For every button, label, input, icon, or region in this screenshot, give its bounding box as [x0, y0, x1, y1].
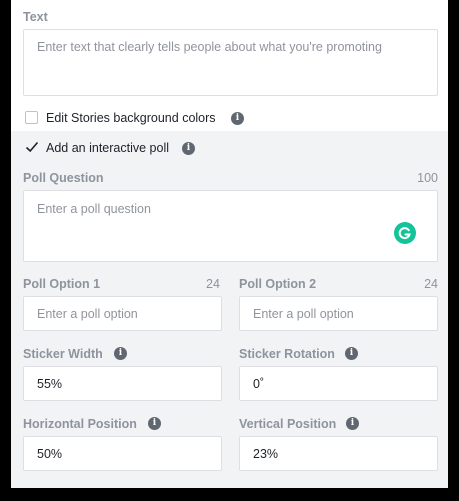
vertical-position-input[interactable]: 23%	[239, 436, 438, 471]
sticker-rotation-input[interactable]: 0˚	[239, 366, 438, 401]
poll-question-counter: 100	[417, 171, 438, 185]
sticker-rotation-value: 0˚	[253, 377, 265, 391]
poll-toggle-label[interactable]: Add an interactive poll	[46, 141, 169, 155]
poll-question-label: Poll Question	[23, 171, 104, 185]
ad-creative-form: Text Enter text that clearly tells peopl…	[11, 0, 448, 488]
horizontal-position-label: Horizontal Position	[23, 417, 137, 431]
info-icon[interactable]: i	[231, 112, 244, 125]
sticker-width-value: 55%	[37, 377, 63, 391]
poll-option-2-label: Poll Option 2	[239, 277, 317, 291]
sticker-rotation-label: Sticker Rotation	[239, 347, 335, 361]
poll-option-1-counter: 24	[206, 277, 220, 291]
sticker-width-label: Sticker Width	[23, 347, 103, 361]
poll-option-1-input[interactable]: Enter a poll option	[23, 296, 222, 331]
poll-option-2-counter: 24	[424, 277, 438, 291]
text-placeholder: Enter text that clearly tells people abo…	[37, 40, 382, 54]
horizontal-position-input[interactable]: 50%	[23, 436, 222, 471]
poll-panel: Add an interactive poll i Poll Question …	[11, 131, 448, 488]
vertical-position-label: Vertical Position	[239, 417, 337, 431]
sticker-width-input[interactable]: 55%	[23, 366, 222, 401]
poll-option-2-input[interactable]: Enter a poll option	[239, 296, 438, 331]
info-icon[interactable]: i	[346, 417, 359, 430]
edit-bg-checkbox[interactable]	[25, 111, 38, 124]
poll-question-input[interactable]: Enter a poll question	[23, 190, 438, 262]
info-icon[interactable]: i	[148, 417, 161, 430]
edit-bg-label[interactable]: Edit Stories background colors	[46, 111, 216, 125]
poll-option-1-label: Poll Option 1	[23, 277, 101, 291]
checkmark-icon[interactable]	[25, 140, 39, 154]
poll-question-placeholder: Enter a poll question	[37, 202, 151, 216]
grammarly-icon[interactable]	[394, 222, 416, 244]
text-textarea[interactable]: Enter text that clearly tells people abo…	[23, 29, 438, 96]
info-icon[interactable]: i	[114, 347, 127, 360]
text-label: Text	[23, 10, 48, 24]
info-icon[interactable]: i	[345, 347, 358, 360]
horizontal-position-value: 50%	[37, 447, 63, 461]
poll-option-2-placeholder: Enter a poll option	[253, 307, 354, 321]
vertical-position-value: 23%	[253, 447, 279, 461]
poll-option-1-placeholder: Enter a poll option	[37, 307, 138, 321]
info-icon[interactable]: i	[182, 142, 195, 155]
